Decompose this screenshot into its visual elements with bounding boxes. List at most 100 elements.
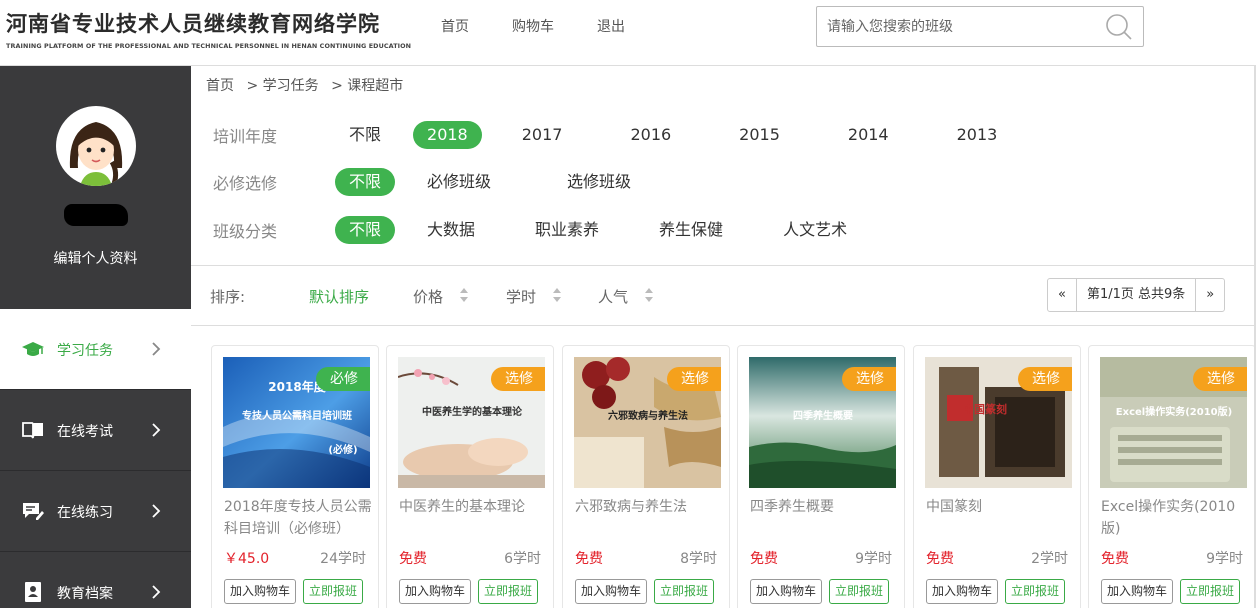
filter-category-big-data[interactable]: 大数据 — [413, 216, 489, 244]
profile-panel: 编辑个人资料 — [0, 66, 191, 309]
filter-year-2018[interactable]: 2018 — [413, 121, 482, 149]
sort-hours[interactable]: 学时 — [506, 286, 536, 307]
nav-cart-link[interactable]: 购物车 — [512, 16, 554, 36]
course-title[interactable]: 六邪致病与养生法 — [575, 496, 725, 518]
filter-year-2017[interactable]: 2017 — [508, 121, 577, 149]
add-to-cart-button[interactable]: 加入购物车 — [1101, 579, 1174, 604]
course-card[interactable]: 六邪致病与养生法 选修 六邪致病与养生法 免费 8学时 加入购物车 立即报班 — [562, 345, 730, 608]
course-thumbnail[interactable]: 四季养生概要 选修 — [749, 357, 896, 488]
filter-year-2014[interactable]: 2014 — [834, 121, 903, 149]
sidebar-item-learning-tasks[interactable]: 学习任务 — [0, 309, 191, 390]
course-card[interactable]: 2018年度 专技人员公需科目培训班 (必修) 必修 2018年度专技人员公需科… — [211, 345, 379, 608]
sidebar: 编辑个人资料 学习任务 在线考试 在线练习 教育档案 — [0, 66, 191, 608]
add-to-cart-button[interactable]: 加入购物车 — [399, 579, 472, 604]
sort-label: 排序: — [210, 288, 246, 306]
course-thumbnail[interactable]: 2018年度 专技人员公需科目培训班 (必修) 必修 — [223, 357, 370, 488]
course-title[interactable]: 中医养生的基本理论 — [399, 496, 549, 518]
breadcrumb-home[interactable]: 首页 — [206, 78, 234, 94]
filter-category-health[interactable]: 养生保健 — [645, 216, 737, 244]
filter-label: 班级分类 — [213, 222, 278, 241]
course-thumbnail[interactable]: 中国篆刻 选修 — [925, 357, 1072, 488]
filter-year-2015[interactable]: 2015 — [725, 121, 794, 149]
add-to-cart-button[interactable]: 加入购物车 — [926, 579, 999, 604]
course-price: 免费 — [926, 551, 954, 567]
filter-panel: 培训年度 不限 2018 2017 2016 2015 2014 2013 必修… — [191, 100, 1254, 266]
course-card[interactable]: 中国篆刻 选修 中国篆刻 免费 2学时 加入购物车 立即报班 — [913, 345, 1081, 608]
filter-year-2016[interactable]: 2016 — [616, 121, 685, 149]
thumb-text: 六邪致病与养生法 — [608, 409, 688, 422]
thumb-text: 中医养生学的基本理论 — [422, 405, 523, 418]
sort-popularity[interactable]: 人气 — [598, 286, 628, 307]
prev-page-button[interactable]: « — [1048, 279, 1077, 311]
course-price: 免费 — [750, 551, 778, 567]
course-price: 免费 — [575, 551, 603, 567]
chevron-right-icon — [152, 585, 161, 599]
filter-elective-only[interactable]: 选修班级 — [553, 168, 645, 196]
enroll-now-button[interactable]: 立即报班 — [478, 579, 539, 604]
course-title[interactable]: 四季养生概要 — [750, 496, 900, 518]
sidebar-item-label: 在线考试 — [57, 424, 113, 440]
course-thumbnail[interactable]: Excel操作实务(2010版) 选修 — [1100, 357, 1247, 488]
top-nav: 首页 购物车 退出 — [441, 16, 668, 36]
elective-tag: 选修 — [491, 367, 545, 391]
chat-edit-icon — [23, 503, 44, 520]
graduation-cap-icon — [22, 342, 44, 356]
add-to-cart-button[interactable]: 加入购物车 — [750, 579, 823, 604]
sort-arrows-icon — [553, 288, 561, 302]
sort-arrows-icon — [460, 288, 468, 302]
avatar[interactable] — [56, 106, 136, 186]
enroll-now-button[interactable]: 立即报班 — [1180, 579, 1241, 604]
filter-row-year: 培训年度 不限 2018 2017 2016 2015 2014 2013 — [213, 120, 1011, 150]
search-icon[interactable] — [1105, 13, 1133, 41]
add-to-cart-button[interactable]: 加入购物车 — [224, 579, 297, 604]
nav-home-link[interactable]: 首页 — [441, 16, 469, 36]
breadcrumb-learning-tasks[interactable]: > 学习任务 — [246, 78, 318, 94]
sort-arrows-icon — [645, 288, 653, 302]
elective-tag: 选修 — [1193, 367, 1247, 391]
sort-price[interactable]: 价格 — [413, 286, 443, 307]
sidebar-item-online-practice[interactable]: 在线练习 — [0, 471, 191, 552]
filter-year-2013[interactable]: 2013 — [943, 121, 1012, 149]
avatar-girl-icon — [69, 122, 123, 186]
filter-category-humanities[interactable]: 人文艺术 — [769, 216, 861, 244]
sidebar-item-education-records[interactable]: 教育档案 — [0, 552, 191, 608]
search-input[interactable] — [817, 7, 1097, 46]
course-hours: 9学时 — [855, 551, 892, 567]
enroll-now-button[interactable]: 立即报班 — [654, 579, 715, 604]
course-card[interactable]: 中医养生学的基本理论 选修 中医养生的基本理论 免费 6学时 加入购物车 立即报… — [386, 345, 554, 608]
course-title[interactable]: 中国篆刻 — [926, 496, 1076, 518]
enroll-now-button[interactable]: 立即报班 — [829, 579, 890, 604]
enroll-now-button[interactable]: 立即报班 — [303, 579, 364, 604]
thumb-text: 中国篆刻 — [963, 402, 1007, 416]
site-logo[interactable]: 河南省专业技术人员继续教育网络学院 TRAINING PLATFORM OF T… — [6, 8, 411, 50]
filter-required-all[interactable]: 不限 — [335, 168, 396, 196]
filter-category-professional[interactable]: 职业素养 — [521, 216, 613, 244]
sort-default[interactable]: 默认排序 — [309, 286, 369, 307]
course-title[interactable]: 2018年度专技人员公需科目培训（必修班） — [224, 496, 374, 540]
filter-year-all[interactable]: 不限 — [335, 121, 395, 149]
enroll-now-button[interactable]: 立即报班 — [1005, 579, 1066, 604]
filter-required-only[interactable]: 必修班级 — [413, 168, 505, 196]
add-to-cart-button[interactable]: 加入购物车 — [575, 579, 648, 604]
course-thumbnail[interactable]: 中医养生学的基本理论 选修 — [398, 357, 545, 488]
chevron-right-icon — [152, 423, 161, 437]
course-hours: 6学时 — [504, 551, 541, 567]
thumb-text: (必修) — [328, 443, 357, 456]
edit-profile-link[interactable]: 编辑个人资料 — [0, 248, 191, 268]
required-tag: 必修 — [316, 367, 370, 391]
next-page-button[interactable]: » — [1195, 279, 1224, 311]
sidebar-item-online-exam[interactable]: 在线考试 — [0, 390, 191, 471]
course-card[interactable]: Excel操作实务(2010版) 选修 Excel操作实务(2010版) 免费 … — [1088, 345, 1256, 608]
nav-logout-link[interactable]: 退出 — [597, 16, 625, 36]
chevron-right-icon — [152, 342, 161, 356]
course-thumbnail[interactable]: 六邪致病与养生法 选修 — [574, 357, 721, 488]
filter-label: 必修选修 — [213, 174, 278, 193]
course-price: 免费 — [399, 551, 427, 567]
filter-category-all[interactable]: 不限 — [335, 216, 396, 244]
thumb-text: 四季养生概要 — [793, 409, 853, 422]
filter-row-category: 班级分类 不限 大数据 职业素养 养生保健 人文艺术 — [213, 215, 861, 245]
course-title[interactable]: Excel操作实务(2010版) — [1101, 496, 1251, 540]
course-hours: 8学时 — [680, 551, 717, 567]
course-card[interactable]: 四季养生概要 选修 四季养生概要 免费 9学时 加入购物车 立即报班 — [737, 345, 905, 608]
course-hours: 9学时 — [1206, 551, 1243, 567]
